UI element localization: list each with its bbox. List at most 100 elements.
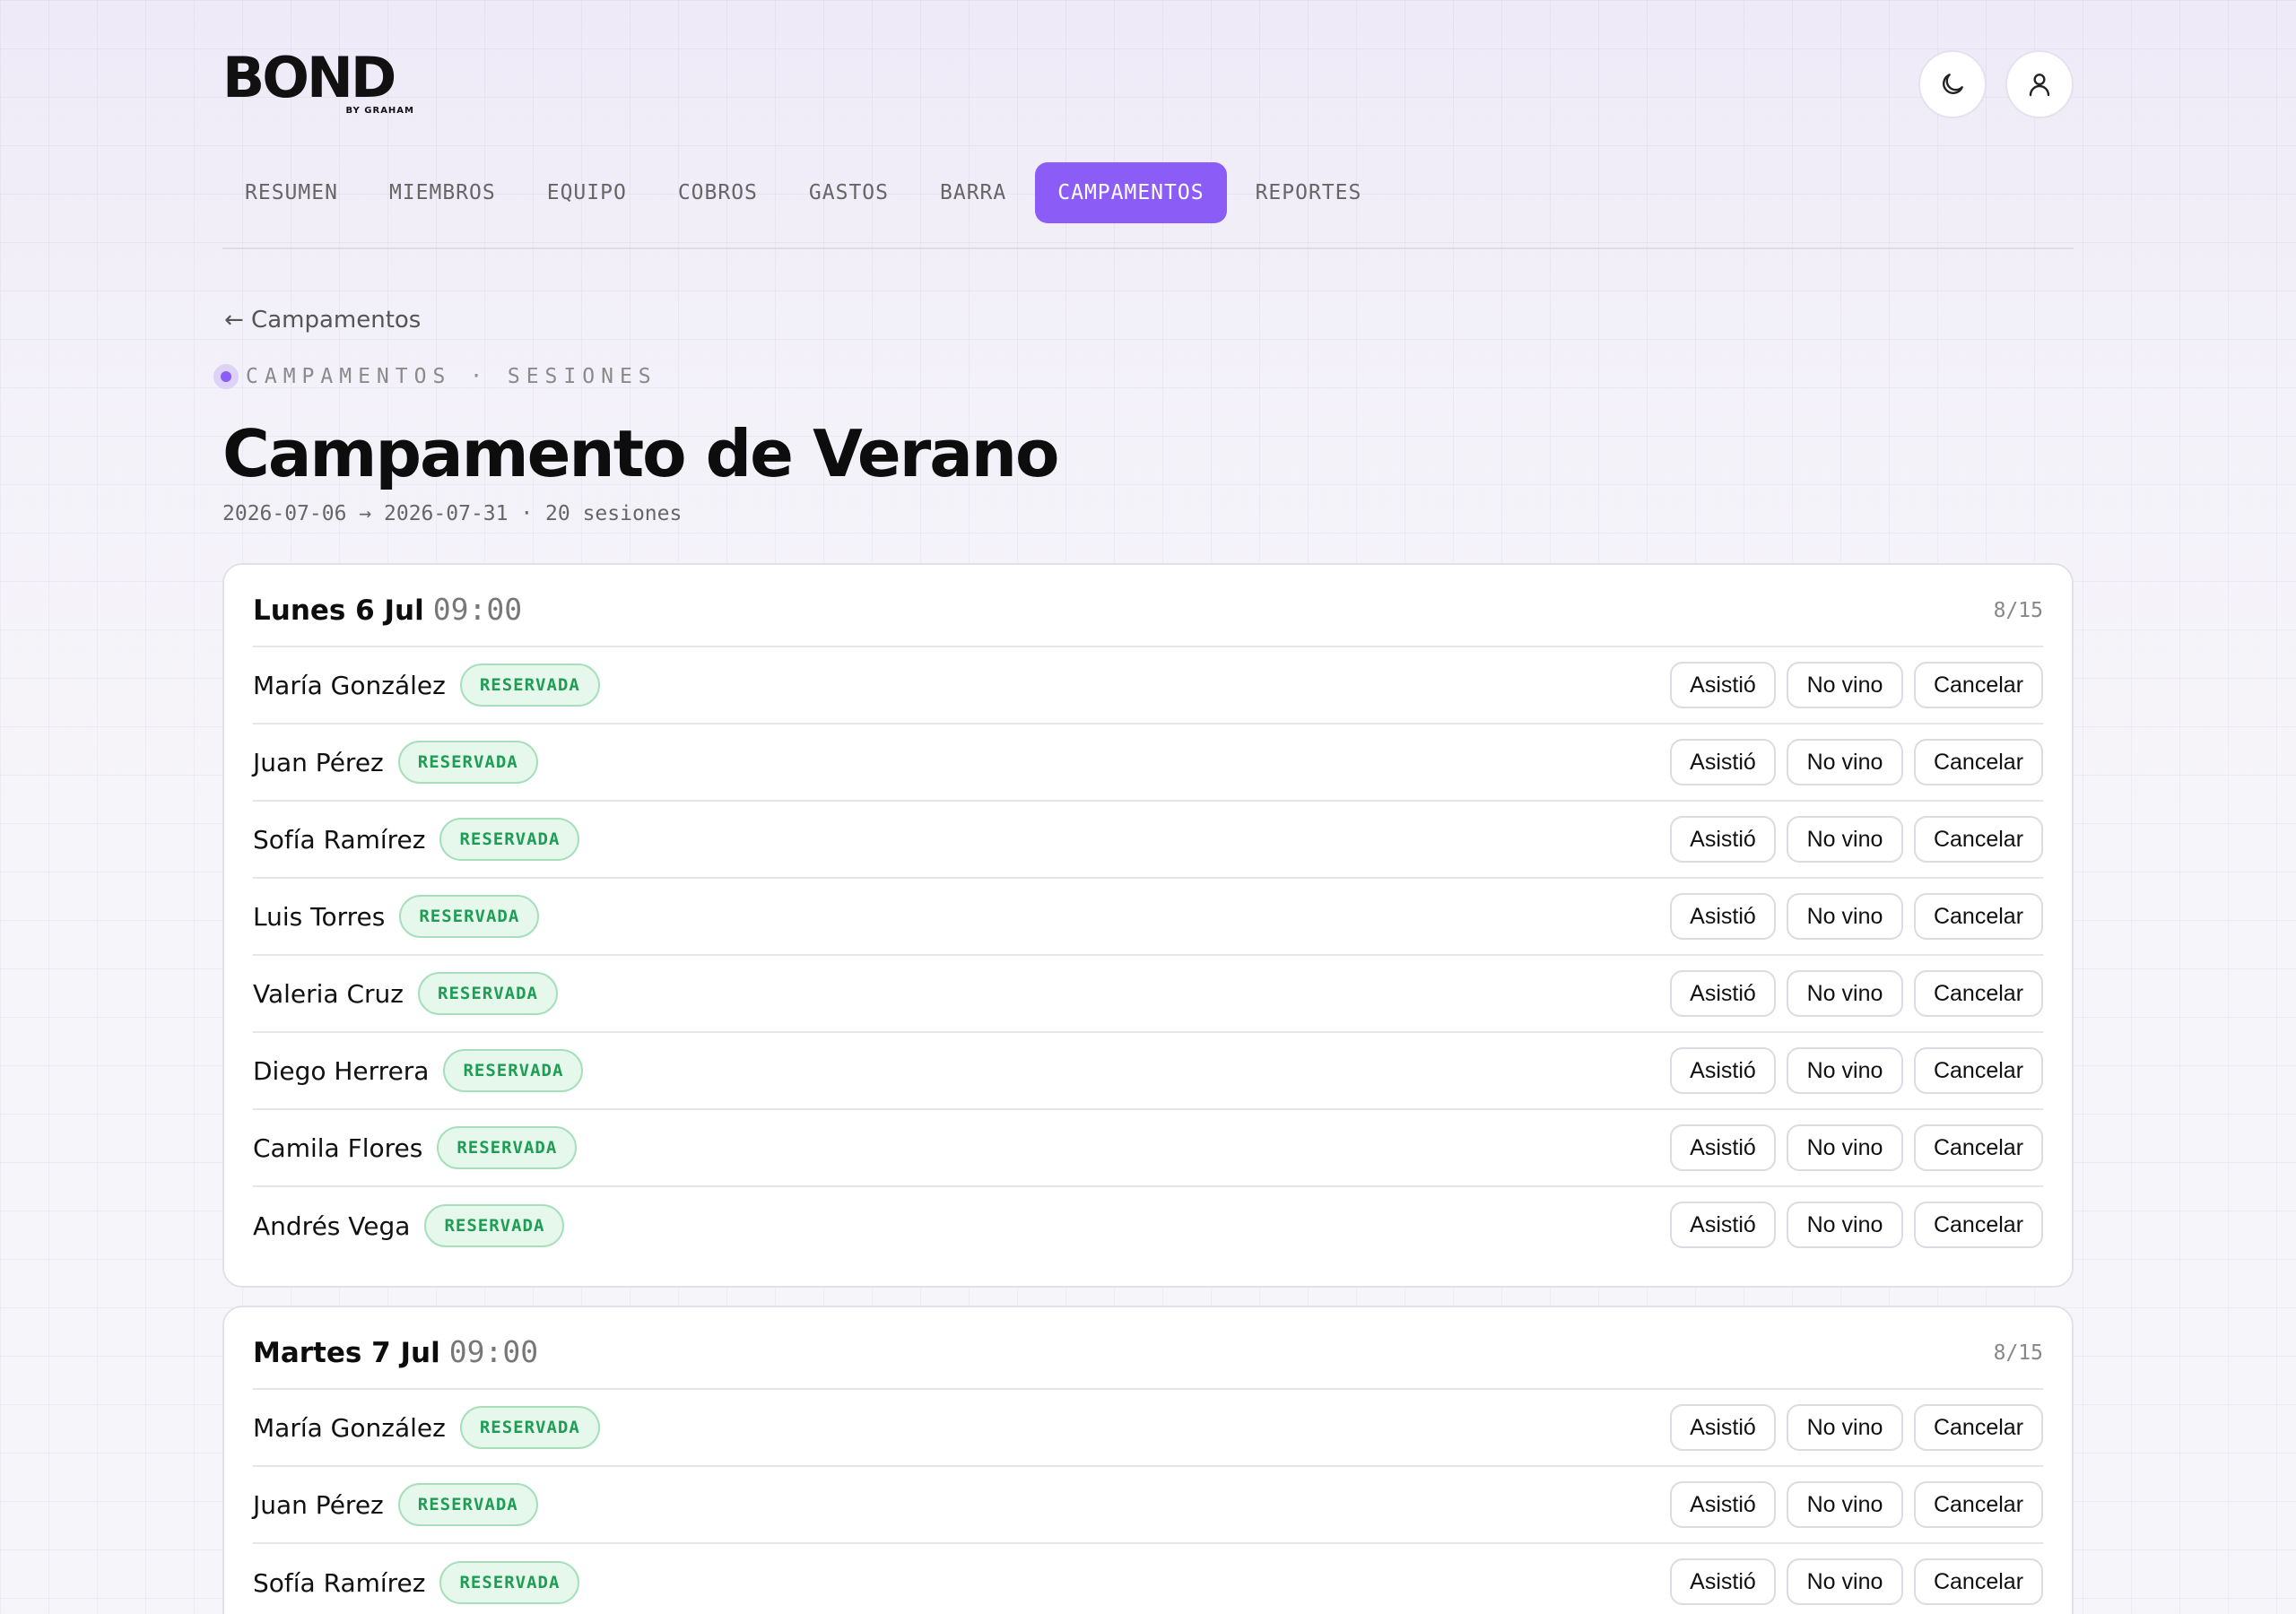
no-show-button[interactable]: No vino (1787, 970, 1903, 1017)
booking-row: Juan Pérez RESERVADA Asistió No vino Can… (253, 1467, 2043, 1544)
cancel-button[interactable]: Cancelar (1914, 1404, 2043, 1451)
row-actions: Asistió No vino Cancelar (1659, 1558, 2043, 1605)
row-actions: Asistió No vino Cancelar (1659, 1124, 2043, 1171)
member-name: Diego Herrera (253, 1055, 430, 1086)
tab-barra[interactable]: BARRA (918, 162, 1029, 223)
status-badge: RESERVADA (424, 1204, 565, 1247)
no-show-button[interactable]: No vino (1787, 1404, 1903, 1451)
row-actions: Asistió No vino Cancelar (1659, 893, 2043, 940)
session-time: 09:00 (432, 592, 523, 627)
row-actions: Asistió No vino Cancelar (1659, 1202, 2043, 1248)
row-actions: Asistió No vino Cancelar (1659, 970, 2043, 1017)
no-show-button[interactable]: No vino (1787, 1481, 1903, 1528)
session-card: Lunes 6 Jul 09:00 8/15 María González RES… (222, 563, 2074, 1288)
no-show-button[interactable]: No vino (1787, 816, 1903, 863)
status-badge: RESERVADA (443, 1049, 584, 1092)
back-link[interactable]: ← Campamentos (224, 307, 421, 334)
member-name: María González (253, 1412, 446, 1443)
attended-button[interactable]: Asistió (1670, 662, 1776, 708)
no-show-button[interactable]: No vino (1787, 1558, 1903, 1605)
tab-resumen[interactable]: RESUMEN (222, 162, 361, 223)
header: BOND BY GRAHAM (222, 48, 2074, 120)
user-menu-button[interactable] (2005, 50, 2074, 118)
tab-campamentos[interactable]: CAMPAMENTOS (1035, 162, 1227, 223)
cancel-button[interactable]: Cancelar (1914, 662, 2043, 708)
tab-miembros[interactable]: MIEMBROS (367, 162, 518, 223)
no-show-button[interactable]: No vino (1787, 893, 1903, 940)
tab-reportes[interactable]: REPORTES (1233, 162, 1385, 223)
status-badge: RESERVADA (418, 972, 558, 1015)
logo-sub: BY GRAHAM (345, 106, 414, 116)
logo-text: BOND (222, 45, 396, 110)
main-nav: RESUMEN MIEMBROS EQUIPO COBROS GASTOS BA… (222, 161, 1390, 224)
member-name: Camila Flores (253, 1132, 423, 1163)
status-badge: RESERVADA (397, 1483, 538, 1526)
cancel-button[interactable]: Cancelar (1914, 816, 2043, 863)
tab-gastos[interactable]: GASTOS (787, 162, 911, 223)
attended-button[interactable]: Asistió (1670, 1558, 1776, 1605)
attended-button[interactable]: Asistió (1670, 970, 1776, 1017)
booking-row: Juan Pérez RESERVADA Asistió No vino Can… (253, 725, 2043, 802)
booking-row: Valeria Cruz RESERVADA Asistió No vino C… (253, 956, 2043, 1033)
session-header: Lunes 6 Jul 09:00 8/15 (253, 565, 2043, 647)
cancel-button[interactable]: Cancelar (1914, 1202, 2043, 1248)
no-show-button[interactable]: No vino (1787, 662, 1903, 708)
member-name: Luis Torres (253, 901, 386, 932)
no-show-button[interactable]: No vino (1787, 1124, 1903, 1171)
status-badge: RESERVADA (459, 664, 600, 707)
moon-icon (1943, 74, 1963, 94)
cancel-button[interactable]: Cancelar (1914, 1124, 2043, 1171)
booking-row: Luis Torres RESERVADA Asistió No vino Ca… (253, 879, 2043, 956)
status-badge: RESERVADA (459, 1406, 600, 1449)
status-dot-icon (213, 364, 239, 389)
attended-button[interactable]: Asistió (1670, 1047, 1776, 1094)
eyebrow: CAMPAMENTOS · SESIONES (213, 364, 657, 389)
row-actions: Asistió No vino Cancelar (1659, 739, 2043, 785)
member-name: Juan Pérez (253, 747, 384, 777)
member-name: Sofía Ramírez (253, 824, 426, 855)
session-header: Martes 7 Jul 09:00 8/15 (253, 1307, 2043, 1390)
cancel-button[interactable]: Cancelar (1914, 893, 2043, 940)
booking-row: Andrés Vega RESERVADA Asistió No vino Ca… (253, 1187, 2043, 1264)
attended-button[interactable]: Asistió (1670, 1481, 1776, 1528)
no-show-button[interactable]: No vino (1787, 1202, 1903, 1248)
attended-button[interactable]: Asistió (1670, 816, 1776, 863)
booking-row: Sofía Ramírez RESERVADA Asistió No vino … (253, 1544, 2043, 1614)
session-day: Martes 7 Jul 09:00 (253, 1334, 539, 1369)
attended-button[interactable]: Asistió (1670, 739, 1776, 785)
attended-button[interactable]: Asistió (1670, 893, 1776, 940)
status-badge: RESERVADA (439, 818, 580, 861)
page-subtitle: 2026-07-06 → 2026-07-31 · 20 sesiones (222, 502, 683, 525)
booking-row: Diego Herrera RESERVADA Asistió No vino … (253, 1033, 2043, 1110)
booking-row: María González RESERVADA Asistió No vino… (253, 1390, 2043, 1467)
tab-cobros[interactable]: COBROS (656, 162, 780, 223)
status-badge: RESERVADA (437, 1126, 578, 1169)
booking-row: María González RESERVADA Asistió No vino… (253, 647, 2043, 725)
no-show-button[interactable]: No vino (1787, 739, 1903, 785)
member-name: Sofía Ramírez (253, 1567, 426, 1598)
attended-button[interactable]: Asistió (1670, 1202, 1776, 1248)
page-title: Campamento de Verano (222, 416, 1060, 491)
status-badge: RESERVADA (399, 895, 540, 938)
theme-toggle-button[interactable] (1918, 50, 1987, 118)
cancel-button[interactable]: Cancelar (1914, 1558, 2043, 1605)
page: BOND BY GRAHAM RESUMEN MIEMBROS EQUIPO C… (213, 0, 2074, 1614)
attended-button[interactable]: Asistió (1670, 1404, 1776, 1451)
no-show-button[interactable]: No vino (1787, 1047, 1903, 1094)
attended-button[interactable]: Asistió (1670, 1124, 1776, 1171)
cancel-button[interactable]: Cancelar (1914, 1047, 2043, 1094)
status-badge: RESERVADA (439, 1561, 580, 1604)
session-count: 8/15 (1993, 599, 2043, 622)
tab-equipo[interactable]: EQUIPO (525, 162, 649, 223)
row-actions: Asistió No vino Cancelar (1659, 816, 2043, 863)
logo[interactable]: BOND BY GRAHAM (222, 50, 420, 117)
cancel-button[interactable]: Cancelar (1914, 1481, 2043, 1528)
row-actions: Asistió No vino Cancelar (1659, 662, 2043, 708)
member-name: Valeria Cruz (253, 978, 404, 1009)
booking-row: Camila Flores RESERVADA Asistió No vino … (253, 1110, 2043, 1187)
cancel-button[interactable]: Cancelar (1914, 739, 2043, 785)
nav-divider (222, 247, 2074, 249)
member-name: Andrés Vega (253, 1210, 411, 1241)
cancel-button[interactable]: Cancelar (1914, 970, 2043, 1017)
session-day: Lunes 6 Jul 09:00 (253, 592, 523, 627)
